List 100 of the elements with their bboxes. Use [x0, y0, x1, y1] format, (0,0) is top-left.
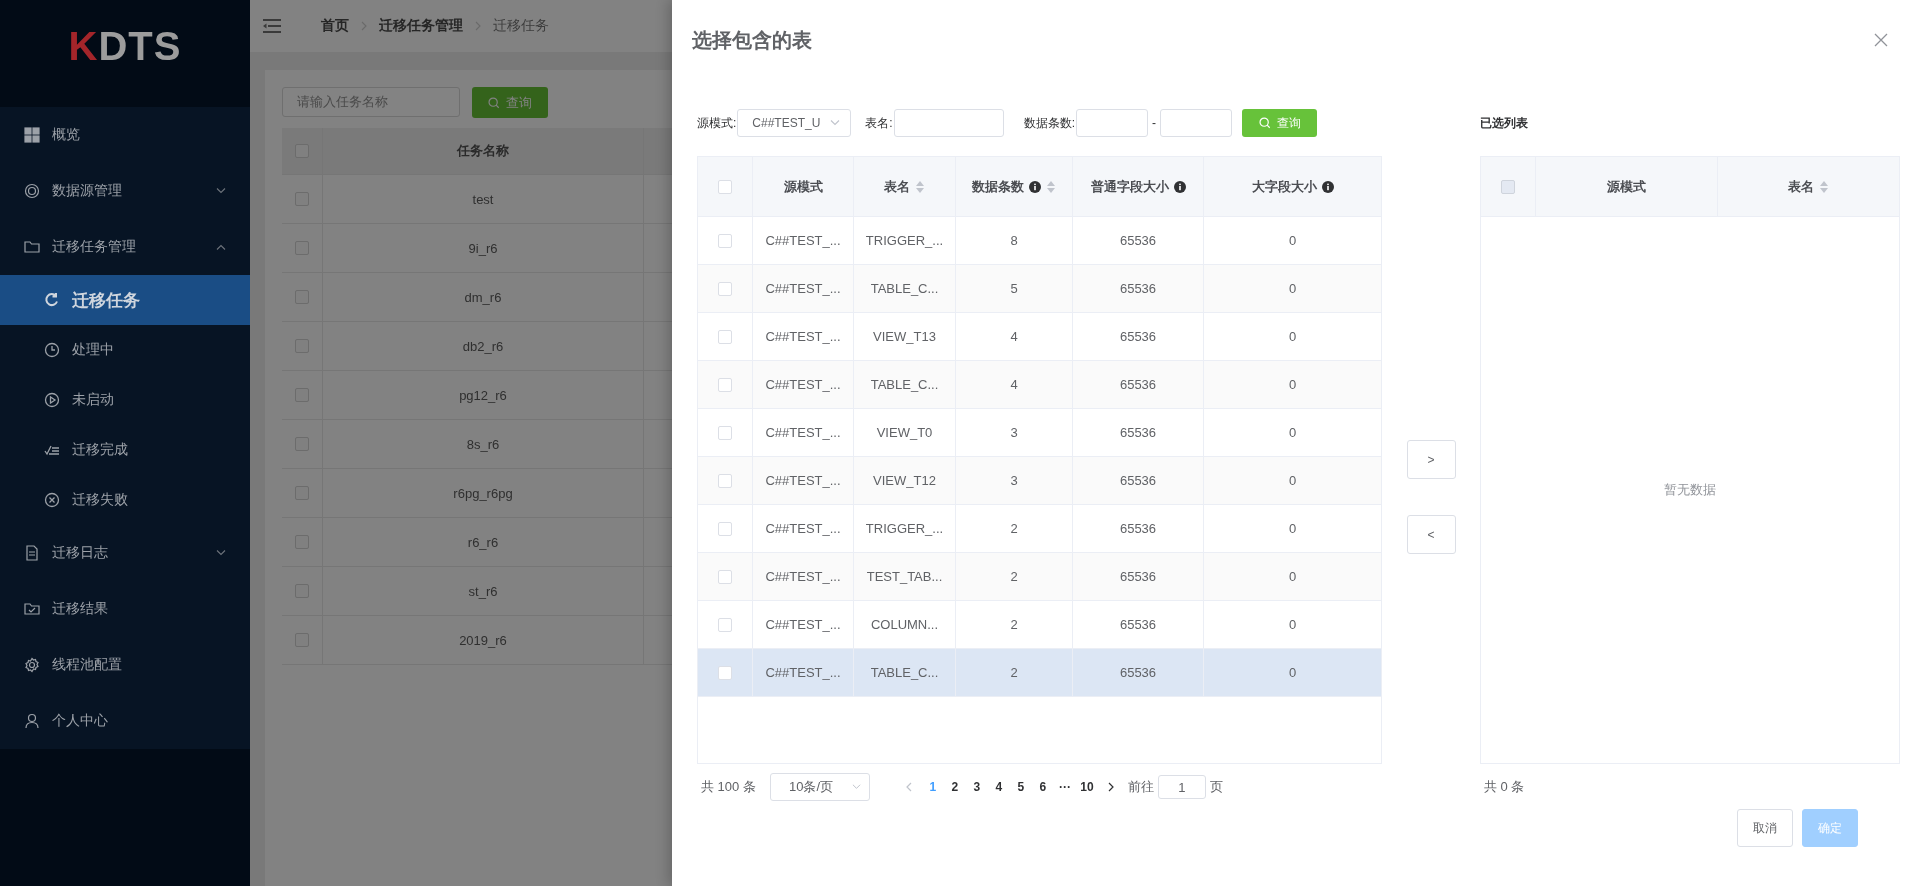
field-label: 源模式:: [697, 114, 737, 132]
column-header: 任务名称: [323, 128, 644, 174]
goto-label: 前往: [1127, 778, 1154, 796]
menu-item[interactable]: 迁移完成: [0, 425, 250, 475]
refresh-icon: [44, 292, 60, 308]
menu-item[interactable]: 迁移失败: [0, 475, 250, 525]
total-count: 共 100 条: [701, 778, 756, 796]
schema-select[interactable]: C##TEST_U: [737, 109, 852, 137]
table-cell: 2: [1010, 617, 1018, 632]
sort-icon[interactable]: [915, 179, 925, 194]
chevron-icon: [216, 244, 226, 250]
menu-item[interactable]: 处理中: [0, 325, 250, 375]
page-number[interactable]: 10: [1075, 780, 1098, 794]
chevron-icon: [216, 188, 226, 194]
breadcrumb-separator: [475, 21, 481, 31]
column-header: 表名: [884, 177, 910, 196]
table-cell: 4: [1010, 377, 1018, 392]
table-cell: 4: [1010, 329, 1018, 344]
table-cell: 0: [1288, 569, 1297, 584]
table-cell: VIEW_T13: [873, 329, 936, 344]
menu-icon[interactable]: [263, 19, 281, 33]
column-header: 大字段大小: [1251, 177, 1317, 196]
menu-item[interactable]: 未启动: [0, 375, 250, 425]
table-cell: 65536: [1119, 281, 1157, 296]
chevron-icon: [851, 784, 861, 790]
folder-icon: [24, 239, 40, 255]
highlighted-row[interactable]: C##TEST_... TABLE_C... 2 65536 0: [698, 649, 1381, 697]
table-cell: dm_r6: [323, 273, 644, 321]
menu-item[interactable]: 个人中心: [0, 693, 250, 749]
table-cell: 8: [1010, 233, 1018, 248]
page-input[interactable]: 1: [1157, 775, 1206, 799]
table-cell: 9i_r6: [323, 224, 644, 272]
search-icon: [488, 96, 500, 109]
next-page-icon[interactable]: [1107, 782, 1114, 792]
sort-icon[interactable]: [1046, 179, 1056, 194]
table-cell: C##TEST_...: [765, 569, 841, 584]
settings-icon: [24, 657, 40, 673]
menu-item[interactable]: 线程池配置: [0, 637, 250, 693]
empty-message: 暂无数据: [1664, 481, 1716, 499]
table-cell: db2_r6: [323, 322, 644, 370]
dialog-button[interactable]: 取消: [1737, 809, 1793, 847]
table-cell: 2: [1010, 665, 1018, 680]
table-cell: C##TEST_...: [765, 521, 841, 536]
page-number[interactable]: 6: [1031, 780, 1054, 794]
sort-icon[interactable]: [1819, 179, 1829, 194]
menu-item[interactable]: 迁移任务: [0, 275, 250, 325]
menu-item[interactable]: 数据源管理: [0, 163, 250, 219]
table-cell: C##TEST_...: [765, 425, 841, 440]
input-field[interactable]: [1076, 109, 1149, 137]
breadcrumb-separator: [361, 21, 367, 31]
ring-icon: [24, 183, 40, 199]
table-cell: 65536: [1119, 617, 1157, 632]
table-cell: 0: [1288, 617, 1297, 632]
table-cell: TABLE_C...: [870, 665, 939, 680]
table-cell: C##TEST_...: [765, 377, 841, 392]
page-number[interactable]: 4: [987, 780, 1010, 794]
logo: KDTS: [68, 23, 182, 69]
column-header: 数据条数: [972, 177, 1024, 196]
play-circle-icon: [44, 392, 60, 408]
column-header: 源模式: [783, 177, 823, 196]
page-size-select[interactable]: 10条/页: [769, 773, 870, 801]
search-icon: [1258, 117, 1271, 129]
menu-item[interactable]: 概览: [0, 107, 250, 163]
folder-check-icon: [24, 601, 40, 617]
close-circle-icon: [44, 492, 60, 508]
input-field[interactable]: [893, 109, 1004, 137]
table-cell: 0: [1288, 665, 1297, 680]
table-cell: r6pg_r6pg: [323, 469, 644, 517]
table-cell: st_r6: [323, 567, 644, 615]
menu-item[interactable]: 迁移结果: [0, 581, 250, 637]
table-cell: VIEW_T0: [876, 425, 933, 440]
page-number[interactable]: 5: [1009, 780, 1032, 794]
table-cell: C##TEST_...: [765, 281, 841, 296]
transfer-button[interactable]: >: [1406, 440, 1456, 479]
table-cell: 65536: [1119, 425, 1157, 440]
table-cell: 0: [1288, 233, 1297, 248]
table-cell: COLUMN...: [870, 617, 939, 632]
table-cell: test: [323, 175, 644, 223]
menu-item[interactable]: 迁移任务管理: [0, 219, 250, 275]
table-cell: C##TEST_...: [765, 233, 841, 248]
page-suffix: 页: [1209, 778, 1223, 796]
table-cell: TRIGGER_...: [865, 521, 944, 536]
table-cell: TABLE_C...: [870, 281, 939, 296]
page-number[interactable]: 3: [965, 780, 988, 794]
range-separator: -: [1152, 116, 1157, 130]
page-number[interactable]: ···: [1053, 780, 1076, 794]
table-cell: 65536: [1119, 377, 1157, 392]
page-number[interactable]: 2: [943, 780, 966, 794]
transfer-button[interactable]: <: [1406, 515, 1456, 554]
column-header: 表名: [1788, 177, 1814, 196]
close-icon[interactable]: [1874, 33, 1888, 47]
menu-item[interactable]: 迁移日志: [0, 525, 250, 581]
breadcrumb-link[interactable]: 首页: [321, 17, 349, 35]
table-cell: 0: [1288, 521, 1297, 536]
breadcrumb-link[interactable]: 迁移任务管理: [379, 17, 463, 35]
table-cell: 2: [1010, 521, 1018, 536]
input-field[interactable]: [1160, 109, 1233, 137]
table-cell: TRIGGER_...: [865, 233, 944, 248]
dialog-title: 选择包含的表: [692, 27, 812, 53]
table-cell: TEST_TAB...: [866, 569, 943, 584]
